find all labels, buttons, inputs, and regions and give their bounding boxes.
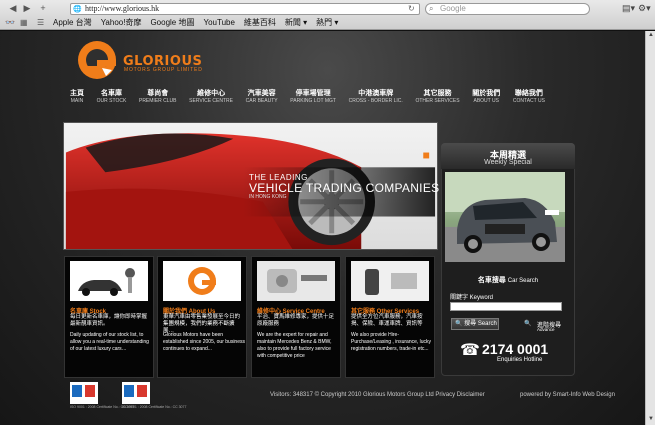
nav-label-en: ABOUT US — [473, 98, 499, 104]
keyword-label: 關鍵字 Keyword — [450, 295, 494, 301]
weekly-title-en: Weekly Special — [484, 159, 532, 166]
nav-main[interactable]: 主頁 MAIN — [70, 89, 84, 104]
site-icon: 🌐 — [73, 5, 82, 13]
bookmark-item[interactable]: Apple 台灣 — [53, 17, 92, 29]
car-search-title-zh: 名車搜尋 — [477, 277, 506, 284]
nav-contact-us[interactable]: 聯絡我們 CONTACT US — [513, 89, 545, 104]
nav-label-en: OTHER SERVICES — [415, 98, 460, 104]
box-text-zh: 提供全方位汽車服務，汽車按揭、保險、車運車牌、資訊等 — [351, 314, 423, 327]
other-services-photo — [351, 261, 429, 301]
iso-certificate-icon — [70, 382, 98, 404]
weekly-car-photo[interactable] — [445, 172, 565, 262]
nav-label-en: MAIN — [70, 98, 84, 104]
address-text: http://www.glorious.hk — [85, 4, 160, 13]
nav-cross-border[interactable]: 中港澳車牌 CROSS - BORDER LIC. — [349, 89, 403, 104]
box-text-en: We are the expert for repair and maintai… — [257, 332, 332, 359]
advance-search-button[interactable]: 🔍 進階搜尋 Advance — [524, 320, 561, 332]
search-button-label: 搜尋 Search — [464, 321, 497, 327]
nav-service-centre[interactable]: 維修中心 SERVICE CENTRE — [189, 89, 233, 104]
advance-label-en: Advance — [537, 327, 555, 332]
footer-text[interactable]: Visitors: 348317 © Copyright 2010 Glorio… — [270, 392, 485, 398]
stock-box[interactable]: 名車庫 Stock 每日更新名車庫，讓你即時掌握最新靚車資訊。 Daily up… — [64, 256, 154, 378]
brand-subtitle: MOTORS GROUP LIMITED — [124, 67, 203, 73]
glorious-logo-icon[interactable] — [76, 40, 118, 80]
vertical-scrollbar[interactable] — [645, 31, 655, 425]
nav-label-zh: 名車庫 — [100, 90, 122, 97]
hotline-number: 2174 0001 — [482, 341, 549, 357]
tools-menu-icon[interactable]: ⚙▾ — [638, 3, 651, 14]
bookmark-item[interactable]: YouTube — [203, 17, 234, 29]
search-icon: 🔍 — [455, 321, 463, 327]
bookmark-item[interactable]: 維基百科 — [244, 17, 276, 29]
hotline-label: Enquiries Hotline — [497, 357, 543, 363]
nav-label-en: PREMIER CLUB — [138, 98, 177, 104]
bookmark-item[interactable]: 新聞 ▾ — [285, 17, 307, 29]
nav-label-en: OUR STOCK — [96, 98, 127, 104]
nav-label-en: CONTACT US — [512, 98, 545, 104]
box-text-zh: 平治、寶馬維修專家，提供十足原廠服務 — [257, 314, 335, 327]
bookmark-item[interactable]: Google 地圖 — [150, 17, 194, 29]
service-tools-photo — [257, 261, 335, 301]
forward-icon[interactable]: ▶ — [20, 3, 34, 14]
about-us-box[interactable]: 關於我們 About Us 東華汽車由零售業發展至今日的集團規模，我們的業務不斷… — [157, 256, 247, 378]
bookmarks-icon[interactable]: ☰ — [37, 17, 44, 29]
scroll-down-icon[interactable]: ▼ — [648, 416, 654, 422]
nav-label-zh: 關於我們 — [472, 90, 501, 97]
nav-label-zh: 停車場管理 — [295, 90, 331, 97]
nav-label-zh: 中港澳車牌 — [358, 90, 394, 97]
box-text-en: Glorious Motors have been established si… — [163, 332, 245, 352]
address-bar[interactable]: 🌐 http://www.glorious.hk — [70, 3, 420, 15]
nav-label-en: PARKING LOT MGT — [290, 98, 336, 104]
nav-label-en: CAR BEAUTY — [245, 98, 278, 104]
browser-chrome: ◀ ▶ + 🌐 http://www.glorious.hk ↻ ⌕ Googl… — [0, 0, 655, 30]
nav-other-services[interactable]: 其它服務 OTHER SERVICES — [415, 89, 459, 104]
iso-certificate-icon — [122, 382, 150, 404]
certificate-caption: ISO 9001 : 2008 Certificate No.: CC 3077 — [122, 405, 187, 409]
nav-label-en: SERVICE CENTRE — [189, 98, 233, 104]
bookmarks-bar: 👓 ▦ ☰ Apple 台灣 Yahoo!奇摩 Google 地圖 YouTub… — [0, 17, 655, 29]
box-text-zh: 每日更新名車庫，讓你即時掌握最新靚車資訊。 — [70, 314, 148, 327]
nav-label-zh: 尊尚會 — [147, 90, 169, 97]
keyword-input[interactable] — [450, 302, 562, 311]
hero-tagline-3: IN HONG KONG — [249, 194, 287, 200]
nav-label-zh: 維修中心 — [197, 90, 226, 97]
box-text-en: Daily updating of our stock list, to all… — [70, 332, 149, 352]
box-text-en: We also provide Hire-Purchase/Leasing , … — [351, 332, 432, 352]
back-icon[interactable]: ◀ — [6, 3, 20, 14]
reading-list-icon[interactable]: 👓 — [5, 17, 15, 29]
about-logo-image — [163, 261, 241, 301]
add-bookmark-icon[interactable]: + — [36, 3, 50, 14]
nav-label-en: CROSS - BORDER LIC. — [348, 98, 403, 104]
bookmark-item[interactable]: 熱門 ▾ — [316, 17, 338, 29]
nav-our-stock[interactable]: 名車庫 OUR STOCK — [97, 89, 127, 104]
bookmark-item[interactable]: Yahoo!奇摩 — [101, 17, 142, 29]
nav-label-zh: 聯絡我們 — [514, 90, 543, 97]
reload-icon[interactable]: ↻ — [408, 4, 415, 13]
phone-icon: ☎ — [460, 342, 480, 359]
nav-label-zh: 主頁 — [70, 90, 84, 97]
nav-parking-lot[interactable]: 停車場管理 PARKING LOT MGT — [290, 89, 336, 104]
other-services-box[interactable]: 其它服務 Other Services 提供全方位汽車服務，汽車按揭、保險、車運… — [345, 256, 435, 378]
hero-tagline-2: VEHICLE TRADING COMPANIES — [249, 181, 440, 195]
nav-about-us[interactable]: 關於我們 ABOUT US — [472, 89, 500, 104]
search-button[interactable]: 🔍 搜尋 Search — [451, 318, 499, 330]
nav-premier-club[interactable]: 尊尚會 PREMIER CLUB — [139, 89, 177, 104]
magnifier-icon: 🔍 — [524, 321, 532, 327]
nav-label-zh: 其它服務 — [423, 90, 452, 97]
page-menu-icon[interactable]: ▤▾ — [622, 3, 635, 14]
top-sites-icon[interactable]: ▦ — [20, 17, 28, 29]
browser-search-input[interactable]: ⌕ Google — [425, 3, 590, 15]
search-icon: ⌕ — [429, 4, 434, 13]
car-search-title-en: Car Search — [507, 278, 539, 284]
car-key-photo — [70, 261, 148, 301]
scroll-up-icon[interactable]: ▲ — [648, 32, 654, 38]
search-placeholder: Google — [440, 4, 466, 13]
main-navigation: 主頁 MAIN 名車庫 OUR STOCK 尊尚會 PREMIER CLUB 維修中心… — [70, 89, 545, 104]
service-centre-box[interactable]: 維修中心 Service Centre 平治、寶馬維修專家，提供十足原廠服務 W… — [251, 256, 341, 378]
powered-by[interactable]: powered by Smart-Info Web Design — [520, 392, 615, 398]
car-search-title: 名車搜尋 Car Search — [441, 275, 575, 285]
nav-label-zh: 汽車美容 — [247, 90, 276, 97]
nav-car-beauty[interactable]: 汽車美容 CAR BEAUTY — [246, 89, 278, 104]
